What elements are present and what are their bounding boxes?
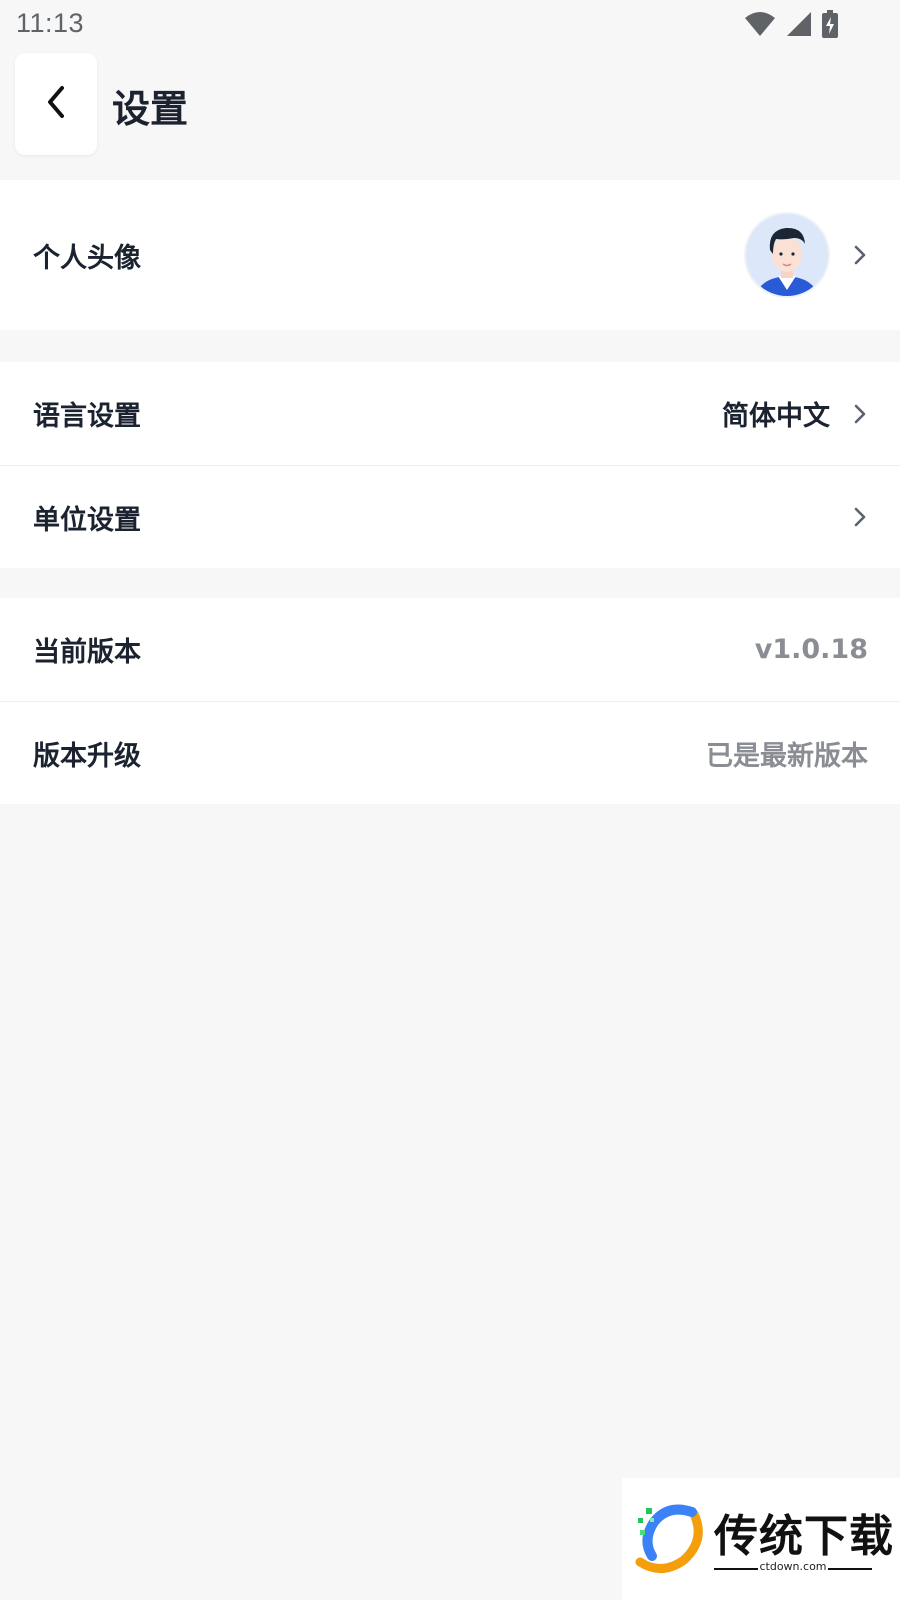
- avatar: [744, 212, 830, 298]
- chevron-right-icon: [852, 507, 868, 527]
- version-upgrade-status: 已是最新版本: [706, 740, 868, 772]
- current-version-value: v1.0.18: [754, 634, 868, 665]
- watermark-brand: 传统下载: [714, 1511, 894, 1562]
- status-bar: 11:13: [0, 0, 900, 48]
- chevron-left-icon: [45, 85, 67, 123]
- watermark: 传统下载 ctdown.com: [622, 1478, 900, 1600]
- battery-charging-icon: [822, 10, 838, 42]
- unit-setting-label: 单位设置: [33, 504, 141, 536]
- back-button[interactable]: [15, 53, 97, 155]
- preferences-group: 语言设置 简体中文 单位设置: [0, 362, 900, 568]
- cellular-signal-icon: [786, 11, 812, 41]
- version-upgrade-row[interactable]: 版本升级 已是最新版本: [0, 701, 900, 804]
- unit-setting-row[interactable]: 单位设置: [0, 465, 900, 568]
- avatar-row-label: 个人头像: [33, 242, 141, 274]
- status-icons: [744, 10, 838, 42]
- current-version-label: 当前版本: [33, 637, 141, 668]
- language-setting-row[interactable]: 语言设置 简体中文: [0, 362, 900, 465]
- current-version-row: 当前版本 v1.0.18: [0, 598, 900, 701]
- version-upgrade-label: 版本升级: [33, 740, 141, 772]
- version-group: 当前版本 v1.0.18 版本升级 已是最新版本: [0, 598, 900, 804]
- page-title: 设置: [112, 87, 189, 131]
- language-setting-label: 语言设置: [33, 401, 141, 432]
- header: 设置: [0, 50, 900, 160]
- language-setting-value: 简体中文: [722, 401, 830, 432]
- watermark-logo-icon: [632, 1500, 708, 1580]
- profile-group: 个人头像: [0, 180, 900, 330]
- wifi-icon: [744, 11, 776, 41]
- status-time: 11:13: [16, 8, 85, 38]
- chevron-right-icon: [852, 404, 868, 424]
- watermark-domain: ctdown.com: [759, 1560, 827, 1573]
- avatar-row[interactable]: 个人头像: [0, 180, 900, 330]
- chevron-right-icon: [852, 245, 868, 265]
